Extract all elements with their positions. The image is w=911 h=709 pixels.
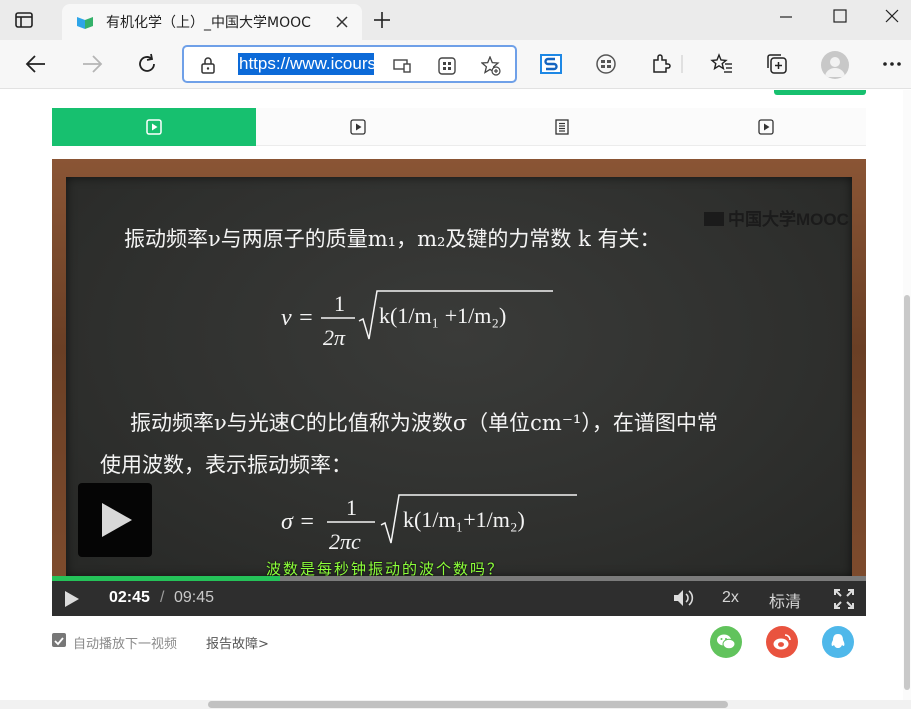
formula1-radicand: k(1/m₁ +1/m₂) <box>379 303 506 328</box>
profile-avatar[interactable] <box>821 51 849 79</box>
vertical-scroll-thumb[interactable] <box>904 295 910 690</box>
formula1-denominator: 2π <box>323 325 346 350</box>
extension-circle-icon[interactable] <box>594 52 618 76</box>
new-tab-icon[interactable] <box>372 10 392 30</box>
tab-title: 有机化学（上）_中国大学MOOC <box>106 15 311 31</box>
video-icon <box>350 119 366 135</box>
browser-tab[interactable]: 有机化学（上）_中国大学MOOC <box>62 4 362 40</box>
share-qq-button[interactable] <box>822 626 854 658</box>
weibo-icon <box>773 634 791 650</box>
tab-actions-icon[interactable] <box>14 10 34 30</box>
url-text[interactable]: https://www.icourse163.org <box>238 53 374 75</box>
person-icon <box>825 57 845 77</box>
volume-icon[interactable] <box>672 588 694 608</box>
autoplay-label[interactable]: 自动播放下一视频 <box>73 633 177 652</box>
close-window-icon[interactable] <box>870 4 911 30</box>
play-icon <box>102 503 132 537</box>
big-play-button[interactable] <box>78 483 152 557</box>
back-icon[interactable] <box>24 52 48 76</box>
vertical-scrollbar[interactable] <box>903 90 911 700</box>
share-weibo-button[interactable] <box>766 626 798 658</box>
formula1-numerator: 1 <box>334 291 345 316</box>
read-aloud-icon[interactable] <box>392 56 412 76</box>
close-tab-icon[interactable] <box>334 14 350 30</box>
more-menu-icon[interactable] <box>880 52 904 76</box>
checkmark-icon <box>54 637 64 646</box>
collections-icon[interactable] <box>765 52 789 76</box>
formula2-lhs: σ = <box>281 509 315 535</box>
wavenumber-formula: σ = 1 2πc k(1/m₁+1/m₂) <box>281 494 577 554</box>
lock-icon[interactable] <box>200 56 216 74</box>
lecture-line-2: 振动频率ν与光速C的比值称为波数σ（单位cm⁻¹），在谱图中常 <box>130 411 718 435</box>
refresh-icon[interactable] <box>135 52 159 76</box>
playback-speed[interactable]: 2x <box>722 589 739 607</box>
video-icon <box>758 119 774 135</box>
extensions-icon[interactable] <box>649 52 673 76</box>
video-quality[interactable]: 标清 <box>769 588 801 612</box>
unit-tab-document[interactable] <box>460 108 664 146</box>
current-time: 02:45 <box>109 589 150 606</box>
unit-tab-video-1[interactable] <box>52 108 256 146</box>
video-player[interactable]: 中国大学MOOC 振动频率ν与两原子的质量m₁，m₂及键的力常数 k 有关： ν… <box>52 159 866 616</box>
formula2-denominator: 2πc <box>329 529 361 554</box>
player-controls: 02:45 / 09:45 2x 标清 <box>52 581 866 616</box>
apps-icon[interactable] <box>437 56 457 76</box>
green-button-edge[interactable] <box>774 90 866 95</box>
unit-tab-video-2[interactable] <box>256 108 460 146</box>
add-favorite-icon[interactable] <box>481 56 501 76</box>
toolbar-divider <box>681 55 683 73</box>
address-bar[interactable]: https://www.icourse163.org <box>182 45 517 83</box>
formula1-lhs: ν = <box>281 305 314 331</box>
play-icon[interactable] <box>64 590 80 608</box>
formula2-numerator: 1 <box>346 495 357 520</box>
browser-toolbar: https://www.icourse163.org <box>0 40 911 89</box>
share-wechat-button[interactable] <box>710 626 742 658</box>
unit-tabs <box>52 108 866 146</box>
qq-icon <box>831 634 845 648</box>
unit-tab-video-3[interactable] <box>664 108 868 146</box>
mooc-logo-icon <box>704 212 724 226</box>
favorites-icon[interactable] <box>710 52 734 76</box>
page-content: 中国大学MOOC 振动频率ν与两原子的质量m₁，m₂及键的力常数 k 有关： ν… <box>0 90 911 709</box>
wechat-icon <box>717 634 736 650</box>
lecture-line-3: 使用波数，表示振动频率： <box>100 453 352 477</box>
autoplay-checkbox[interactable] <box>52 633 66 647</box>
horizontal-scroll-thumb[interactable] <box>208 701 728 708</box>
horizontal-scrollbar[interactable] <box>0 700 911 709</box>
mooc-watermark: 中国大学MOOC <box>704 205 849 230</box>
mooc-favicon-icon <box>77 17 93 29</box>
time-separator: / <box>160 589 165 606</box>
document-icon <box>555 119 569 135</box>
blackboard-frame: 中国大学MOOC 振动频率ν与两原子的质量m₁，m₂及键的力常数 k 有关： ν… <box>52 159 866 579</box>
lecture-line-1: 振动频率ν与两原子的质量m₁，m₂及键的力常数 k 有关： <box>124 227 661 251</box>
blackboard: 中国大学MOOC 振动频率ν与两原子的质量m₁，m₂及键的力常数 k 有关： ν… <box>66 177 852 577</box>
duration: 09:45 <box>174 589 215 606</box>
maximize-icon[interactable] <box>818 4 862 30</box>
forward-icon[interactable] <box>80 52 104 76</box>
tab-strip: 有机化学（上）_中国大学MOOC <box>0 0 911 40</box>
formula2-radicand: k(1/m₁+1/m₂) <box>403 507 525 532</box>
video-icon <box>146 119 162 135</box>
minimize-icon[interactable] <box>764 4 808 30</box>
fullscreen-icon[interactable] <box>834 589 854 609</box>
frequency-formula: ν = 1 2π k(1/m₁ +1/m₂) <box>281 290 553 350</box>
extension-s-icon[interactable] <box>539 52 563 76</box>
report-issue-link[interactable]: 报告故障> <box>206 633 269 652</box>
